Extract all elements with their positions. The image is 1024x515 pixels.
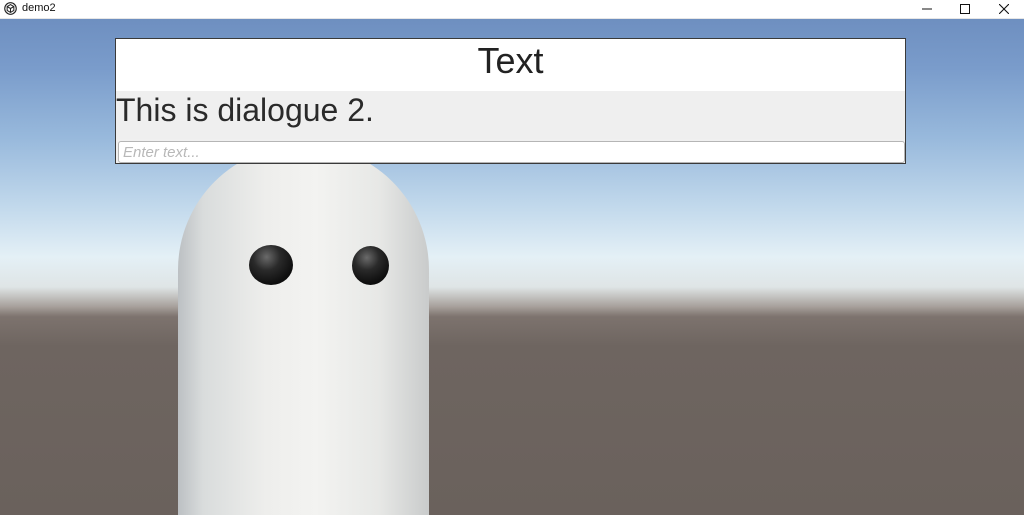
dialogue-panel: Text This is dialogue 2.	[115, 38, 906, 164]
dialogue-text: This is dialogue 2.	[116, 91, 905, 139]
close-button[interactable]	[984, 0, 1024, 18]
dialogue-title: Text	[116, 39, 905, 92]
ghost-right-eye	[352, 246, 389, 285]
maximize-icon	[960, 4, 970, 14]
window-title: demo2	[22, 2, 56, 14]
unity-icon	[4, 2, 17, 15]
maximize-button[interactable]	[945, 0, 985, 18]
ghost-left-eye	[249, 245, 293, 285]
window-title-bar[interactable]: demo2	[0, 0, 1024, 19]
dialogue-input-field[interactable]	[118, 141, 905, 163]
minimize-icon	[922, 8, 932, 10]
minimize-button[interactable]	[907, 0, 947, 18]
close-icon	[999, 4, 1009, 14]
ghost-character	[178, 145, 429, 515]
